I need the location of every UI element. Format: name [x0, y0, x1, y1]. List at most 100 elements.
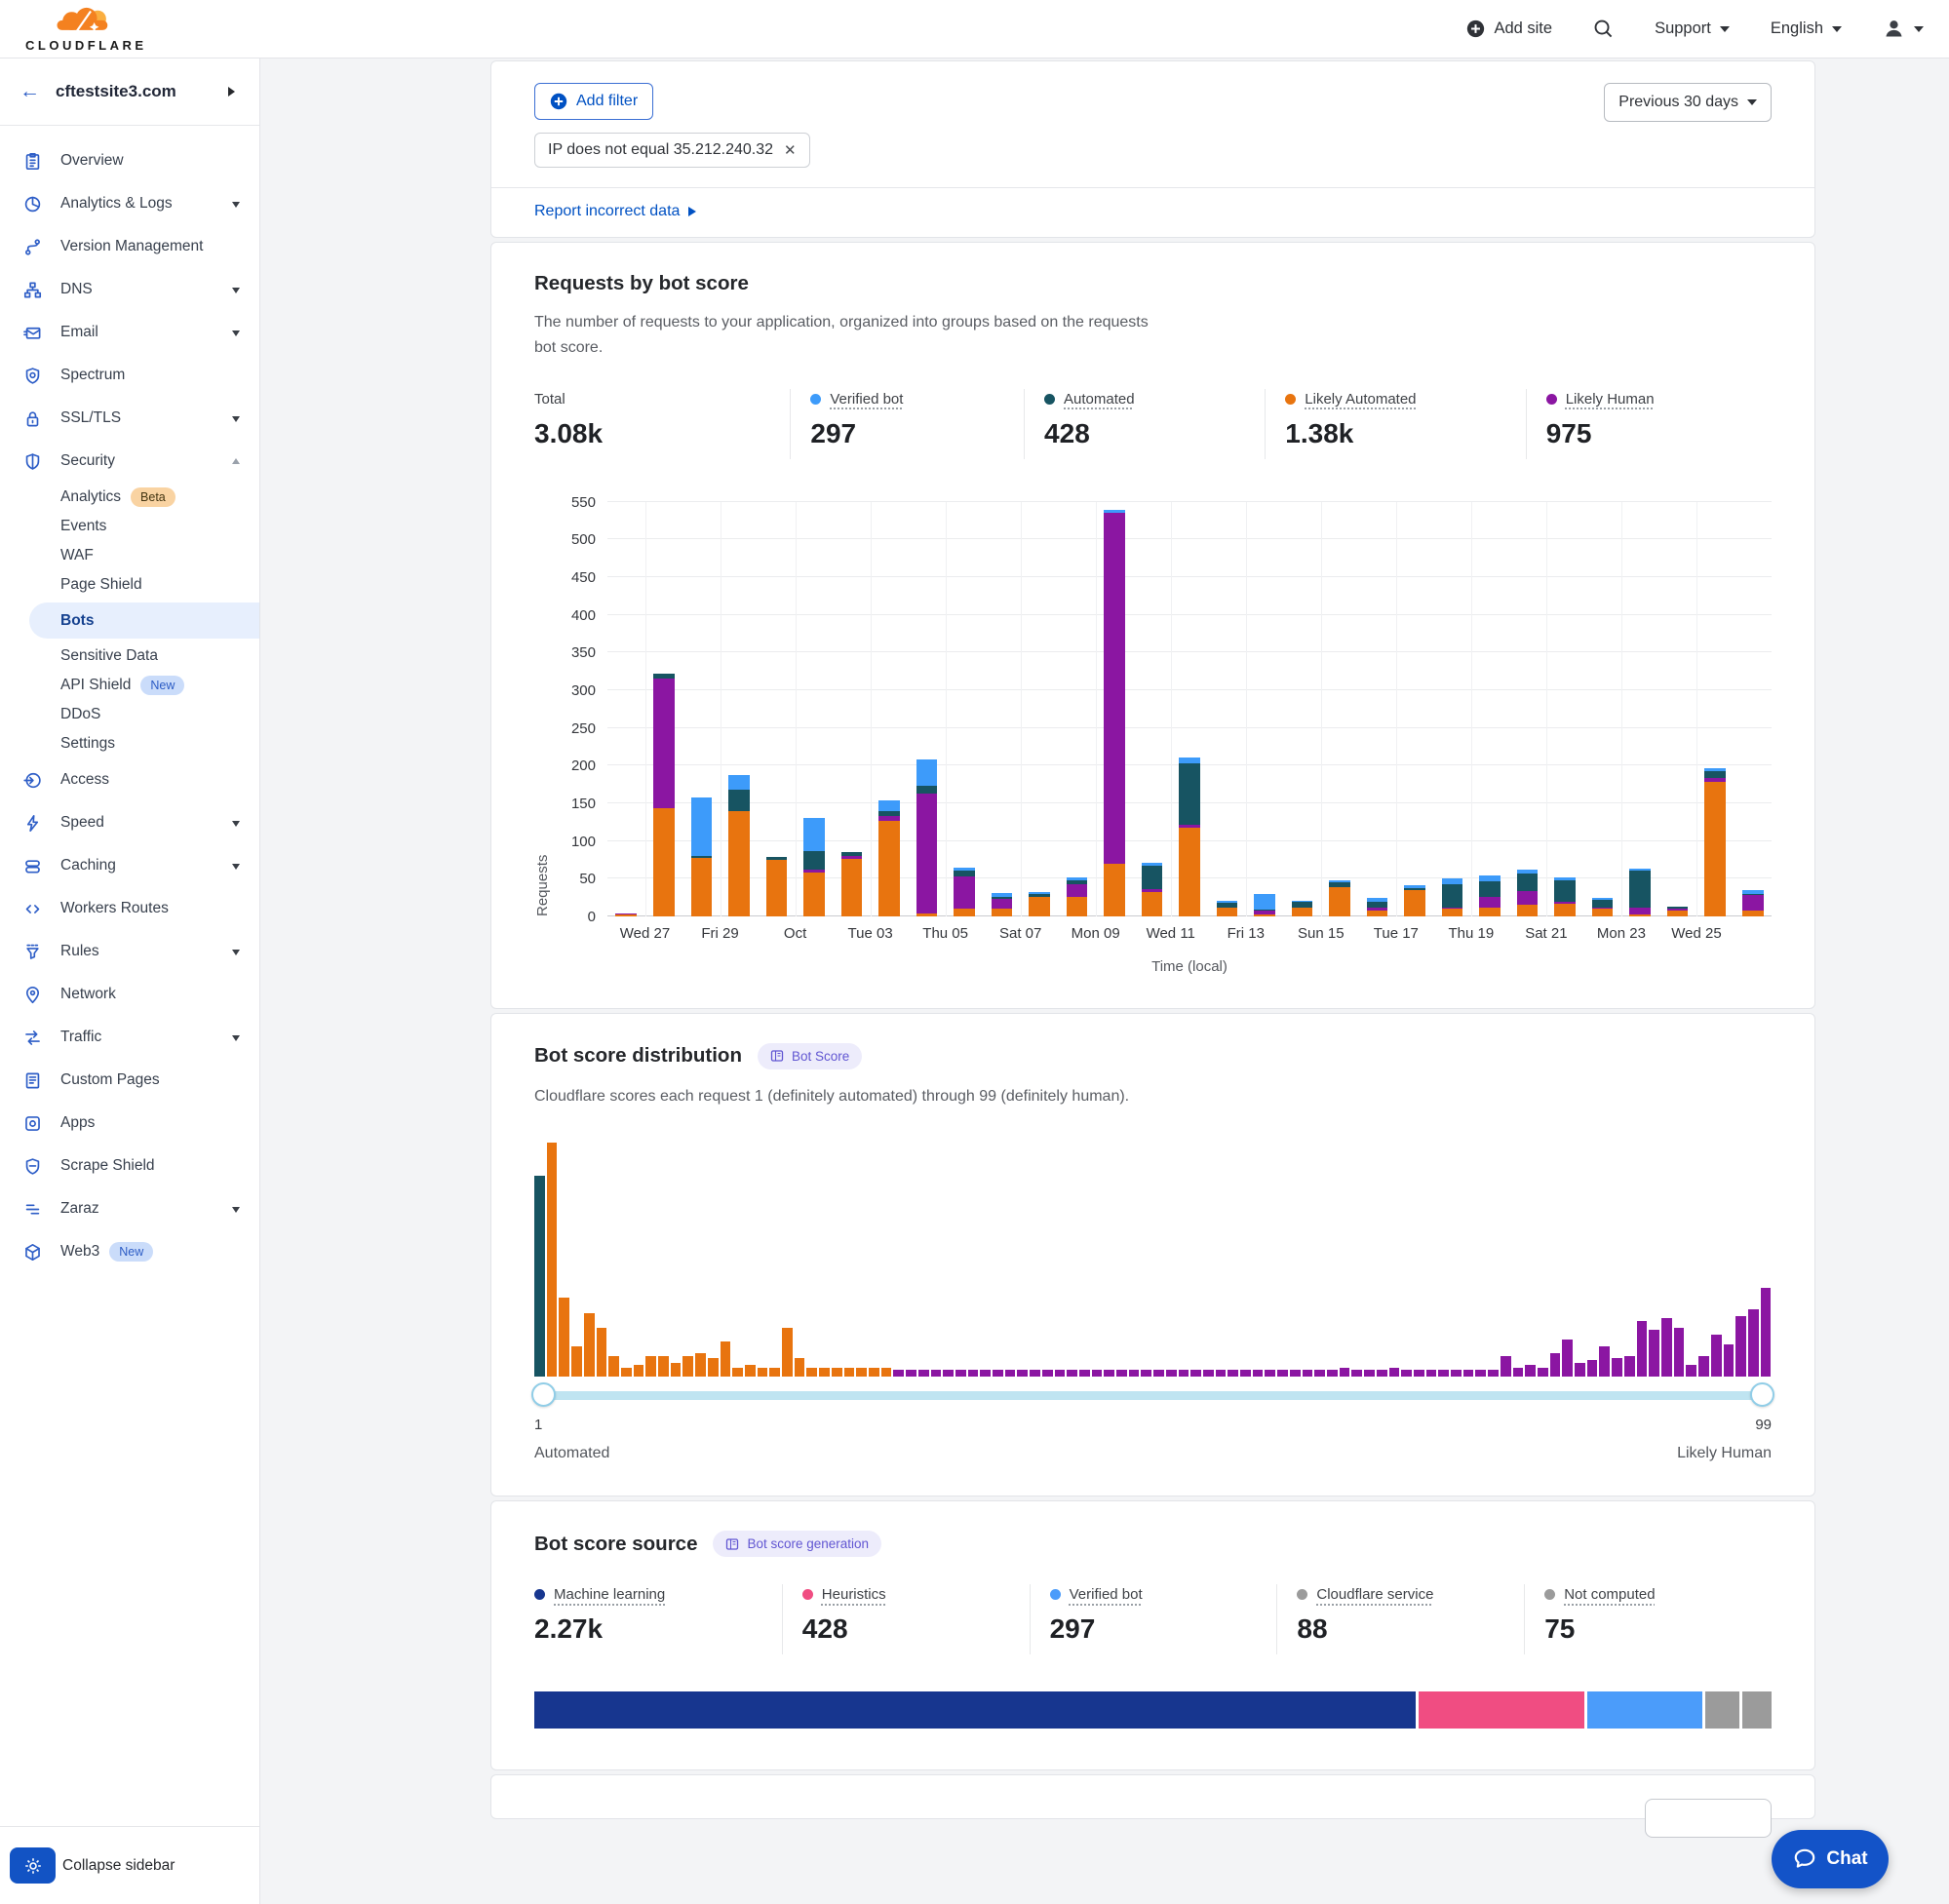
histogram-bar-score-82[interactable]	[1538, 1368, 1548, 1378]
histogram-bar-score-47[interactable]	[1104, 1370, 1114, 1377]
sidebar-item-rules[interactable]: Rules	[0, 930, 259, 973]
sidebar-item-access[interactable]: Access	[0, 758, 259, 801]
histogram-bar-score-100[interactable]	[1761, 1288, 1772, 1377]
histogram-bar-score-5[interactable]	[584, 1313, 595, 1377]
sidebar-item-analytics-logs[interactable]: Analytics & Logs	[0, 182, 259, 225]
histogram-bar-score-78[interactable]	[1488, 1370, 1499, 1377]
histogram-bar-score-43[interactable]	[1055, 1370, 1066, 1377]
histogram-bar-score-17[interactable]	[732, 1368, 743, 1378]
histogram-bar-score-32[interactable]	[918, 1370, 929, 1377]
histogram-bar-score-57[interactable]	[1228, 1370, 1238, 1377]
histogram-bar-score-64[interactable]	[1314, 1370, 1325, 1377]
histogram-bar-score-53[interactable]	[1179, 1370, 1189, 1377]
histogram-bar-score-69[interactable]	[1377, 1370, 1387, 1377]
add-site-button[interactable]: Add site	[1466, 19, 1552, 38]
sidebar-item-dns[interactable]: DNS	[0, 268, 259, 311]
bar-day-30[interactable]	[1696, 502, 1735, 916]
histogram-bar-score-25[interactable]	[832, 1368, 842, 1378]
histogram-bar-score-80[interactable]	[1513, 1368, 1524, 1378]
bar-day-12[interactable]	[1021, 502, 1059, 916]
histogram-bar-score-93[interactable]	[1674, 1328, 1685, 1377]
histogram-bar-score-22[interactable]	[795, 1358, 805, 1377]
histogram-bar-score-35[interactable]	[955, 1370, 966, 1377]
histogram-bar-score-19[interactable]	[758, 1368, 768, 1378]
histogram-bar-score-29[interactable]	[881, 1368, 892, 1378]
sidebar-item-api-shield[interactable]: API ShieldNew	[0, 671, 259, 700]
bot-score-badge[interactable]: Bot Score	[758, 1043, 862, 1069]
stat-label[interactable]: Verified bot	[1070, 1586, 1143, 1603]
bar-day-17[interactable]	[1208, 502, 1246, 916]
bar-day-15[interactable]	[1133, 502, 1171, 916]
stat-label[interactable]: Not computed	[1564, 1586, 1655, 1603]
bar-day-14[interactable]	[1096, 502, 1134, 916]
histogram-bar-score-59[interactable]	[1253, 1370, 1264, 1377]
histogram-bar-score-81[interactable]	[1525, 1365, 1536, 1377]
stat-label[interactable]: Likely Human	[1566, 391, 1655, 408]
bar-day-19[interactable]	[1283, 502, 1321, 916]
histogram-bar-score-51[interactable]	[1153, 1370, 1164, 1377]
histogram-bar-score-58[interactable]	[1240, 1370, 1251, 1377]
support-menu[interactable]: Support	[1655, 19, 1730, 38]
histogram-bar-score-48[interactable]	[1116, 1370, 1127, 1377]
histogram-bar-score-87[interactable]	[1599, 1346, 1610, 1377]
histogram-bar-score-37[interactable]	[980, 1370, 991, 1377]
histogram-bar-score-94[interactable]	[1686, 1365, 1696, 1377]
slider-handle-min[interactable]	[531, 1382, 556, 1407]
bar-day-28[interactable]	[1621, 502, 1659, 916]
sidebar-item-apps[interactable]: Apps	[0, 1102, 259, 1145]
histogram-bar-score-44[interactable]	[1067, 1370, 1077, 1377]
histogram-bar-score-24[interactable]	[819, 1368, 830, 1378]
histogram-bar-score-9[interactable]	[634, 1365, 644, 1377]
bar-day-11[interactable]	[983, 502, 1021, 916]
sidebar-item-workers-routes[interactable]: Workers Routes	[0, 887, 259, 930]
add-filter-button[interactable]: Add filter	[534, 83, 653, 120]
histogram-bar-score-10[interactable]	[645, 1356, 656, 1378]
histogram-bar-score-96[interactable]	[1711, 1335, 1722, 1377]
histogram-bar-score-60[interactable]	[1265, 1370, 1275, 1377]
bar-day-20[interactable]	[1321, 502, 1359, 916]
histogram-bar-score-1[interactable]	[534, 1176, 545, 1377]
histogram-bar-score-38[interactable]	[993, 1370, 1003, 1377]
histogram-bar-score-99[interactable]	[1748, 1309, 1759, 1378]
sidebar-item-scrape-shield[interactable]: Scrape Shield	[0, 1145, 259, 1187]
bar-day-7[interactable]	[833, 502, 871, 916]
bar-day-25[interactable]	[1508, 502, 1546, 916]
histogram-bar-score-95[interactable]	[1698, 1356, 1709, 1378]
histogram-bar-score-39[interactable]	[1005, 1370, 1016, 1377]
histogram-bar-score-55[interactable]	[1203, 1370, 1214, 1377]
peek-button[interactable]	[1645, 1799, 1772, 1838]
stat-label[interactable]: Heuristics	[822, 1586, 886, 1603]
histogram-bar-score-50[interactable]	[1141, 1370, 1151, 1377]
stat-label[interactable]: Cloudflare service	[1316, 1586, 1433, 1603]
histogram-bar-score-66[interactable]	[1340, 1368, 1350, 1378]
back-arrow-icon[interactable]: ←	[19, 80, 40, 103]
histogram-bar-score-67[interactable]	[1351, 1370, 1362, 1377]
score-range-slider[interactable]	[534, 1391, 1772, 1400]
stat-label[interactable]: Machine learning	[554, 1586, 665, 1603]
sidebar-item-web3[interactable]: Web3New	[0, 1230, 259, 1273]
source-segment-cloudflare-service[interactable]	[1705, 1691, 1739, 1729]
histogram-bar-score-46[interactable]	[1092, 1370, 1103, 1377]
close-icon[interactable]: ✕	[784, 141, 797, 159]
histogram-bar-score-90[interactable]	[1637, 1321, 1648, 1378]
histogram-bar-score-62[interactable]	[1290, 1370, 1301, 1377]
sidebar-item-security[interactable]: Security	[0, 440, 259, 483]
histogram-bar-score-89[interactable]	[1624, 1356, 1635, 1378]
histogram-bar-score-49[interactable]	[1129, 1370, 1140, 1377]
sidebar-item-page-shield[interactable]: Page Shield	[0, 570, 259, 600]
sidebar-item-ddos[interactable]: DDoS	[0, 700, 259, 729]
bar-day-9[interactable]	[908, 502, 946, 916]
histogram-bar-score-13[interactable]	[682, 1356, 693, 1378]
histogram-bar-score-83[interactable]	[1550, 1353, 1561, 1377]
bar-day-8[interactable]	[871, 502, 909, 916]
sidebar-item-caching[interactable]: Caching	[0, 844, 259, 887]
bar-day-24[interactable]	[1471, 502, 1509, 916]
histogram-bar-score-61[interactable]	[1277, 1370, 1288, 1377]
sidebar-item-speed[interactable]: Speed	[0, 801, 259, 844]
histogram-bar-score-31[interactable]	[906, 1370, 916, 1377]
cloudflare-logo[interactable]: CLOUDFLARE	[25, 7, 147, 52]
histogram-bar-score-75[interactable]	[1451, 1370, 1462, 1377]
sidebar-item-traffic[interactable]: Traffic	[0, 1016, 259, 1059]
histogram-bar-score-52[interactable]	[1166, 1370, 1177, 1377]
sidebar-item-sensitive-data[interactable]: Sensitive Data	[0, 641, 259, 671]
